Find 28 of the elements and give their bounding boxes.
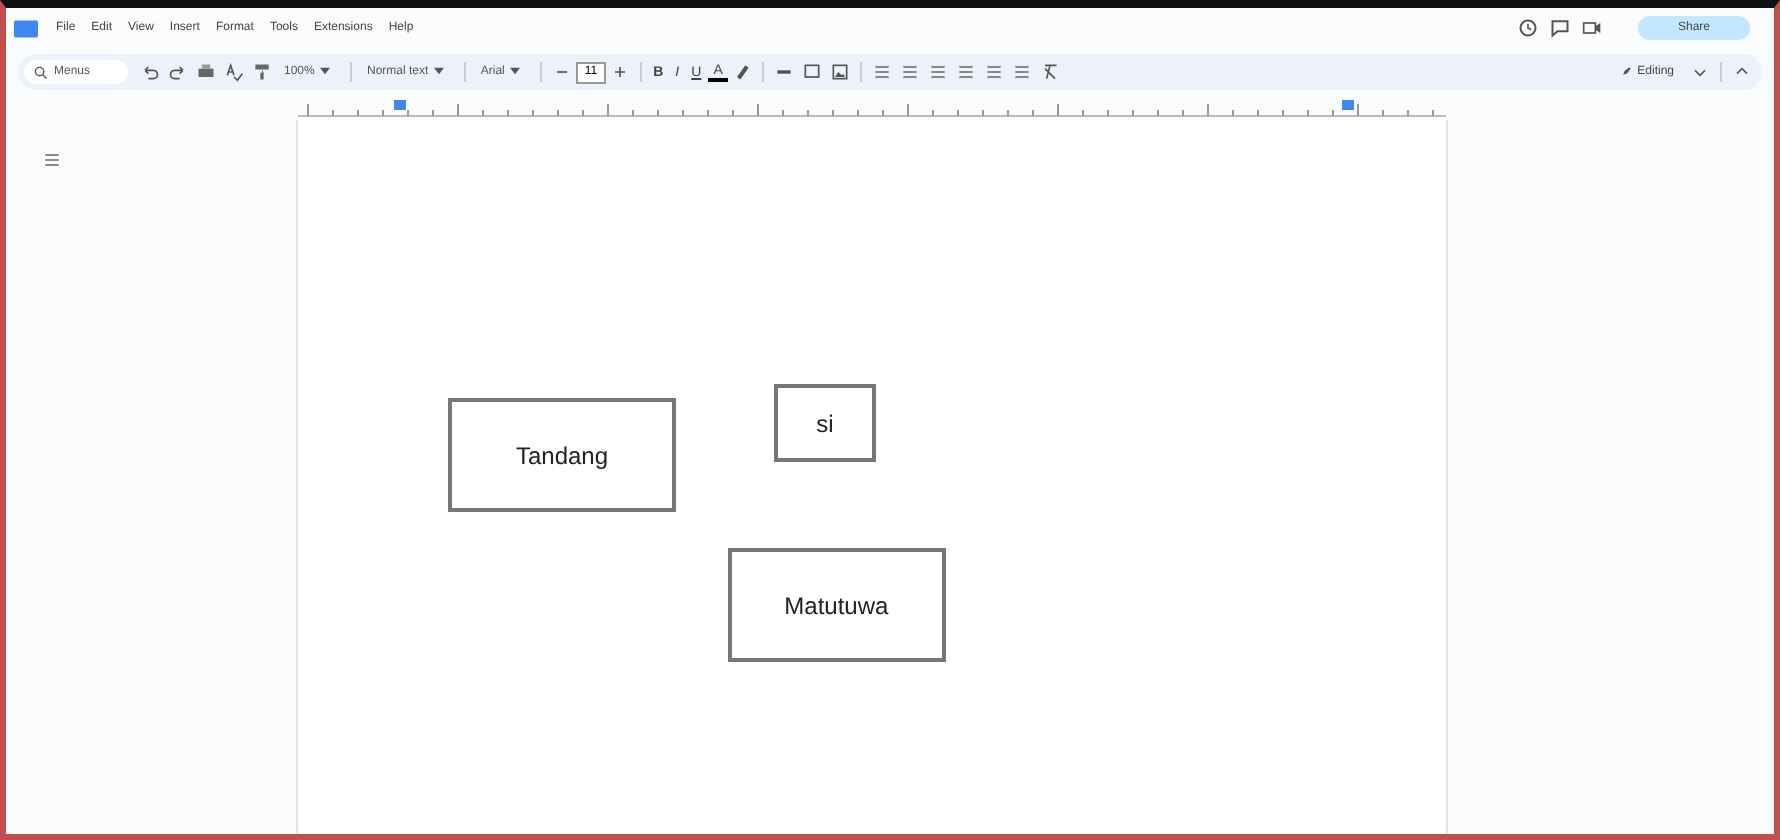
search-icon — [34, 65, 48, 79]
print-icon[interactable] — [196, 62, 216, 82]
ruler[interactable] — [298, 98, 1446, 118]
docs-logo-icon[interactable] — [14, 19, 38, 37]
list-format-icon[interactable] — [1012, 62, 1033, 82]
plus-icon[interactable] — [609, 62, 630, 82]
paint-format-icon[interactable] — [252, 62, 272, 82]
image-icon[interactable] — [830, 62, 851, 82]
spellcheck-icon[interactable] — [224, 62, 244, 82]
text-box[interactable]: Tandang — [447, 398, 677, 513]
text-box[interactable]: si — [774, 384, 876, 463]
caret-icon — [434, 65, 445, 76]
list-format-icon[interactable] — [900, 62, 921, 82]
highlighter-icon[interactable] — [732, 62, 753, 82]
undo-icon[interactable] — [140, 62, 160, 82]
pencil-icon — [1621, 65, 1632, 76]
video-icon[interactable] — [1582, 18, 1602, 38]
caret-icon — [510, 65, 521, 76]
outline-icon[interactable] — [42, 150, 62, 170]
clear-formatting-icon[interactable] — [1040, 62, 1061, 82]
list-format-icon[interactable] — [872, 62, 893, 82]
redo-icon[interactable] — [168, 62, 188, 82]
text-box[interactable]: Matutuwa — [727, 548, 946, 663]
list-format-icon[interactable] — [928, 62, 949, 82]
list-format-icon[interactable] — [984, 62, 1005, 82]
history-icon[interactable] — [1518, 18, 1538, 38]
list-format-icon[interactable] — [956, 62, 977, 82]
caret-icon — [320, 65, 331, 76]
